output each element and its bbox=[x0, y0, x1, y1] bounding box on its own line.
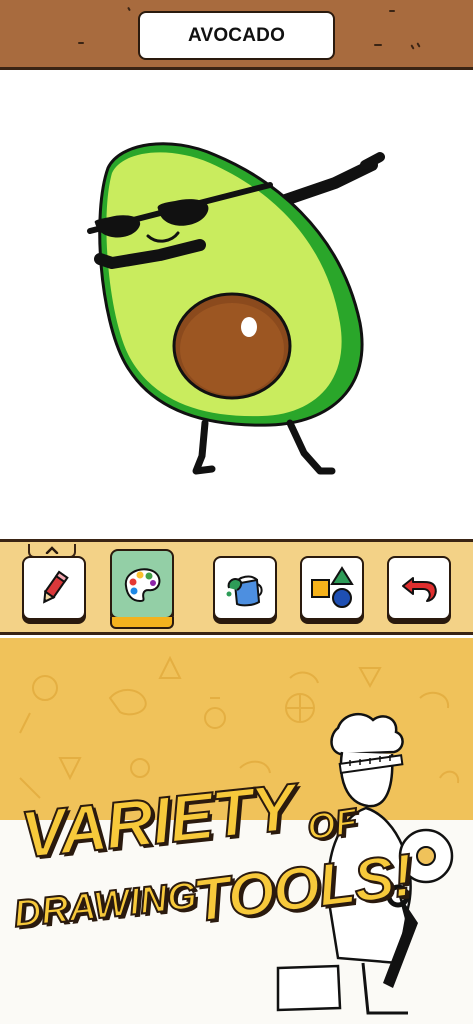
paint-bucket-icon bbox=[226, 575, 263, 607]
promo-banner: VARIETY OF DRAWING TOOLS! bbox=[0, 638, 473, 1024]
drawing-canvas[interactable] bbox=[0, 73, 473, 539]
chevron-up-icon bbox=[45, 546, 59, 554]
palette-tool-button[interactable] bbox=[110, 549, 174, 629]
tool-bar bbox=[0, 539, 473, 635]
promo-headline: VARIETY OF DRAWING TOOLS! bbox=[0, 768, 473, 1024]
undo-icon bbox=[402, 577, 437, 602]
decor-speck bbox=[127, 6, 131, 12]
decor-speck bbox=[416, 42, 421, 48]
promo-word-drawing: DRAWING bbox=[11, 874, 200, 937]
palette-icon bbox=[124, 568, 161, 603]
shapes-tool-button[interactable] bbox=[300, 556, 364, 620]
decor-speck bbox=[410, 44, 415, 50]
top-header: AVOCADO bbox=[0, 0, 473, 70]
decor-speck bbox=[389, 10, 395, 12]
promo-word-tools: TOOLS! bbox=[189, 840, 417, 935]
prompt-word-label: AVOCADO bbox=[138, 11, 335, 60]
paint-bucket-tool-button[interactable] bbox=[213, 556, 277, 620]
decor-speck bbox=[78, 42, 84, 44]
promo-word-of: OF bbox=[304, 799, 361, 849]
avocado-drawing bbox=[87, 142, 385, 475]
promo-word-variety: VARIETY bbox=[17, 768, 299, 872]
pencil-icon bbox=[43, 570, 69, 604]
undo-button[interactable] bbox=[387, 556, 451, 620]
shapes-icon bbox=[311, 566, 354, 608]
decor-speck bbox=[374, 44, 382, 46]
pencil-tool-button[interactable] bbox=[22, 556, 86, 620]
